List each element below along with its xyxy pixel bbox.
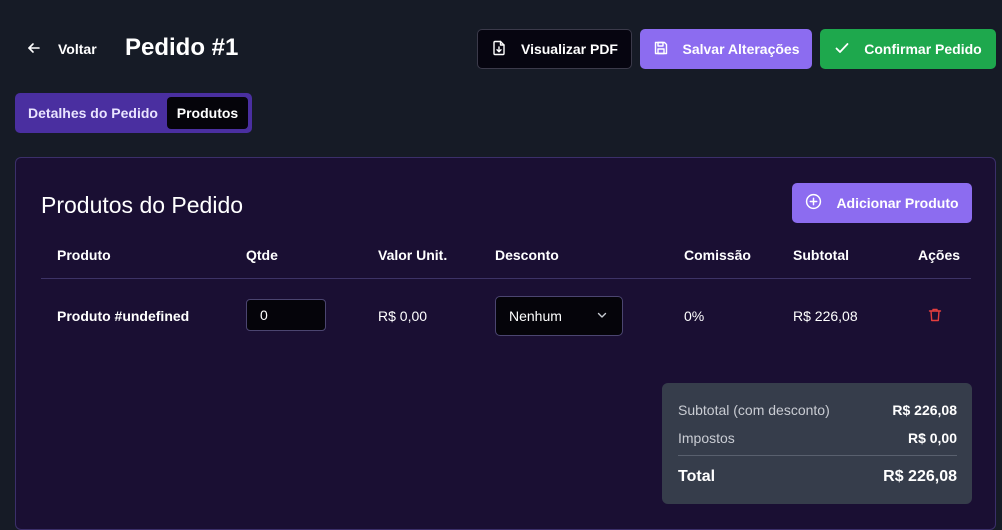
unit-price: R$ 0,00 <box>378 308 428 324</box>
column-header-unit-price: Valor Unit. <box>378 247 448 263</box>
view-pdf-button[interactable]: Visualizar PDF <box>477 29 632 69</box>
confirm-order-button[interactable]: Confirmar Pedido <box>820 29 996 69</box>
discount-select[interactable]: Nenhum <box>495 296 623 336</box>
discount-value: Nenhum <box>509 308 562 324</box>
column-header-qty: Qtde <box>246 247 278 263</box>
add-product-label: Adicionar Produto <box>836 195 959 211</box>
total-label: Total <box>678 468 716 485</box>
column-header-subtotal: Subtotal <box>793 247 849 263</box>
taxes-value: R$ 0,00 <box>907 430 957 446</box>
save-changes-label: Salvar Alterações <box>682 41 800 57</box>
save-changes-button[interactable]: Salvar Alterações <box>640 29 812 69</box>
column-header-commission: Comissão <box>684 247 751 263</box>
plus-circle-icon <box>805 193 822 213</box>
column-header-discount: Desconto <box>495 247 559 263</box>
total-value: R$ 226,08 <box>883 468 957 485</box>
order-summary: Subtotal (com desconto) R$ 226,08 Impost… <box>662 383 972 504</box>
summary-divider <box>678 455 957 456</box>
column-header-product: Produto <box>57 247 111 263</box>
commission: 0% <box>684 308 705 324</box>
row-subtotal: R$ 226,08 <box>793 308 858 324</box>
confirm-order-label: Confirmar Pedido <box>864 41 982 57</box>
add-product-button[interactable]: Adicionar Produto <box>792 183 972 223</box>
table-header-divider <box>41 278 971 279</box>
file-download-icon <box>491 40 507 59</box>
page-title: Pedido #1 <box>125 34 239 61</box>
product-name: Produto #undefined <box>57 308 190 324</box>
check-icon <box>834 40 850 59</box>
view-pdf-label: Visualizar PDF <box>520 41 618 57</box>
back-button[interactable]: Voltar <box>26 37 97 61</box>
back-label: Voltar <box>58 41 97 57</box>
delete-product-button[interactable] <box>927 307 945 325</box>
quantity-input[interactable] <box>246 299 326 331</box>
tab-bar: Detalhes do Pedido Produtos <box>15 93 252 133</box>
save-icon <box>653 40 669 59</box>
tab-order-details[interactable]: Detalhes do Pedido <box>19 97 167 129</box>
subtotal-value: R$ 226,08 <box>892 402 957 418</box>
tab-products[interactable]: Produtos <box>167 97 248 129</box>
top-bar: Voltar Pedido #1 Visualizar PDF Salvar A… <box>0 0 1002 96</box>
chevron-down-icon <box>596 308 608 324</box>
subtotal-label: Subtotal (com desconto) <box>678 402 830 418</box>
trash-icon <box>927 308 943 327</box>
products-title: Produtos do Pedido <box>41 192 244 218</box>
taxes-label: Impostos <box>678 430 735 446</box>
products-panel: Produtos do Pedido Adicionar Produto Pro… <box>15 157 996 530</box>
arrow-left-icon <box>26 40 42 59</box>
column-header-actions: Ações <box>918 247 961 263</box>
